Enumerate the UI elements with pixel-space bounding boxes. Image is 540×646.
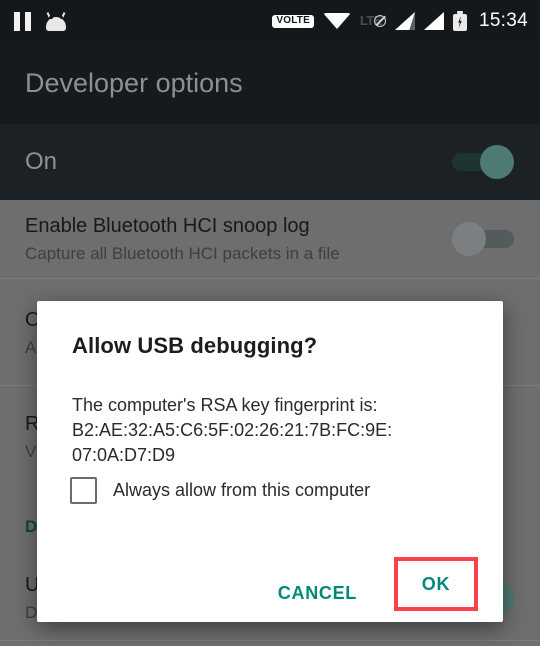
bluetooth-hci-toggle-switch[interactable] bbox=[452, 222, 514, 256]
row-text: Enable Bluetooth HCI snoop log Capture a… bbox=[25, 215, 340, 264]
cancel-button-wrap: CANCEL bbox=[258, 565, 377, 622]
ok-button-highlight: OK bbox=[394, 557, 478, 611]
fingerprint-line-2: 07:0A:D7:D9 bbox=[72, 445, 176, 465]
volte-badge: VOLTE bbox=[272, 14, 314, 28]
status-bar-left bbox=[14, 11, 67, 31]
dialog-message: The computer's RSA key fingerprint is: B… bbox=[72, 393, 481, 468]
master-toggle-label: On bbox=[25, 148, 58, 175]
cancel-button[interactable]: CANCEL bbox=[258, 565, 377, 622]
ok-button[interactable]: OK bbox=[398, 561, 474, 607]
page-title: Developer options bbox=[25, 67, 243, 98]
lte-disabled-icon: LTE bbox=[360, 12, 386, 30]
signal-1-icon bbox=[394, 12, 415, 30]
master-toggle-switch[interactable] bbox=[452, 145, 514, 179]
battery-charging-icon bbox=[452, 11, 467, 31]
fingerprint-line-1: B2:AE:32:A5:C6:5F:02:26:21:7B:FC:9E: bbox=[72, 420, 393, 440]
row-text: D bbox=[25, 517, 37, 537]
list-item-bluetooth-hci-snoop-log[interactable]: Enable Bluetooth HCI snoop log Capture a… bbox=[0, 200, 540, 278]
divider bbox=[0, 278, 540, 279]
dialog-title: Allow USB debugging? bbox=[72, 333, 318, 358]
clock: 15:34 bbox=[478, 10, 528, 31]
always-allow-row[interactable]: Always allow from this computer bbox=[70, 477, 370, 504]
always-allow-label: Always allow from this computer bbox=[113, 480, 371, 500]
always-allow-checkbox[interactable] bbox=[70, 477, 97, 504]
row-title: Enable Bluetooth HCI snoop log bbox=[25, 214, 310, 237]
pause-icon bbox=[14, 11, 31, 31]
no-entry-icon bbox=[373, 15, 386, 27]
developer-options-master-row[interactable]: On bbox=[0, 124, 540, 200]
divider bbox=[0, 640, 540, 641]
dialog-message-line: The computer's RSA key fingerprint is: bbox=[72, 395, 378, 415]
signal-2-icon bbox=[423, 12, 444, 30]
row-subtitle: Capture all Bluetooth HCI packets in a f… bbox=[25, 243, 340, 263]
status-bar-right: VOLTE LTE 15:34 bbox=[272, 10, 528, 32]
status-bar: VOLTE LTE 15:34 bbox=[0, 0, 540, 42]
app-header: Developer options bbox=[0, 42, 540, 124]
wifi-icon bbox=[322, 13, 351, 29]
android-head-icon bbox=[45, 11, 67, 31]
usb-debugging-dialog: Allow USB debugging? The computer's RSA … bbox=[37, 301, 503, 622]
phone-screen: VOLTE LTE 15:34 Developer options On Ena… bbox=[0, 0, 540, 646]
section-header-label: D bbox=[25, 517, 38, 536]
